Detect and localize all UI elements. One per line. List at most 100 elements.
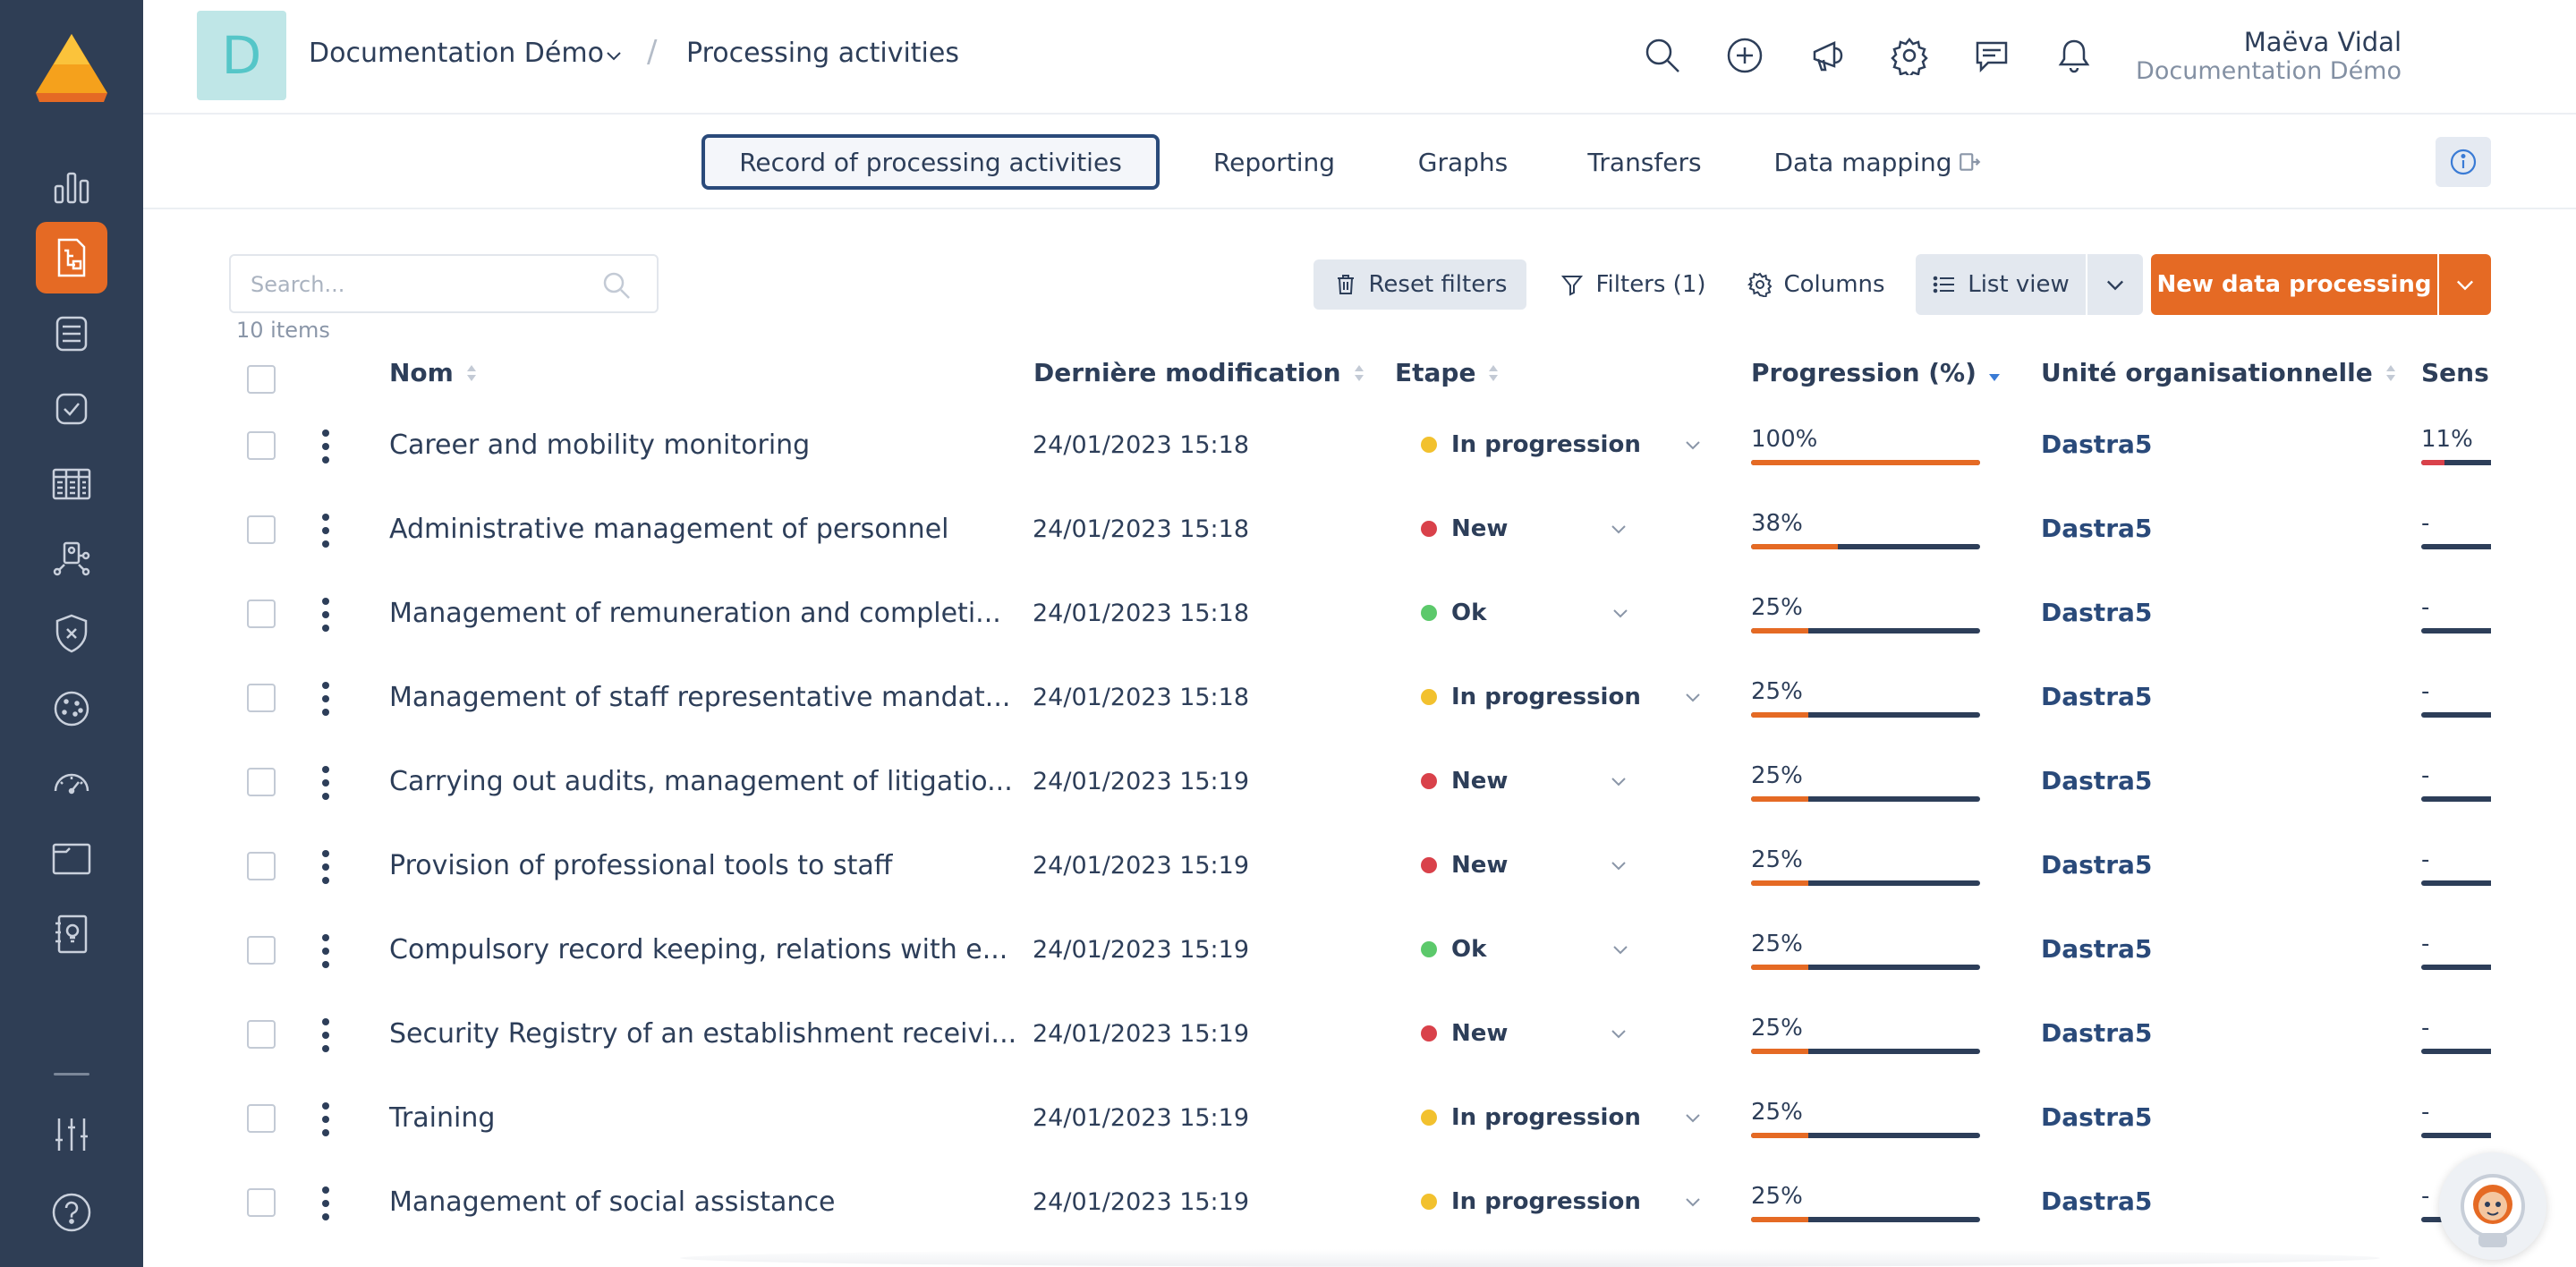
row-actions-menu[interactable]	[315, 1015, 336, 1056]
assistant-avatar-button[interactable]	[2439, 1152, 2546, 1260]
row-progress-fill	[1751, 544, 1839, 549]
row-actions-menu[interactable]	[315, 762, 336, 804]
row-sensitivity-label: -	[2421, 510, 2430, 537]
row-actions-menu[interactable]	[315, 1099, 336, 1140]
row-name[interactable]: Carrying out audits, management of litig…	[389, 766, 1013, 797]
row-name[interactable]: Provision of professional tools to staff	[389, 850, 892, 881]
table-row[interactable]: Provision of professional tools to staff…	[229, 825, 2491, 909]
row-actions-menu[interactable]	[315, 594, 336, 635]
row-organizational-unit[interactable]: Dastra5	[2041, 598, 2152, 627]
row-modified-date: 24/01/2023 15:18	[1033, 431, 1250, 459]
row-organizational-unit[interactable]: Dastra5	[2041, 934, 2152, 964]
row-step-selector[interactable]: New	[1421, 852, 1629, 879]
row-actions-menu[interactable]	[315, 678, 336, 719]
row-checkbox[interactable]	[247, 1020, 276, 1049]
kebab-dot	[322, 1045, 329, 1052]
table-row[interactable]: Administrative management of personnel 2…	[229, 489, 2491, 573]
kebab-dot	[322, 948, 329, 955]
row-progress-fill	[1751, 880, 1808, 886]
row-step-selector[interactable]: In progression	[1421, 684, 1704, 710]
status-dot	[1421, 857, 1437, 873]
row-progress-bar	[1751, 1133, 1980, 1138]
row-actions-menu[interactable]	[315, 931, 336, 972]
row-organizational-unit[interactable]: Dastra5	[2041, 429, 2152, 459]
row-progress-label: 25%	[1751, 678, 1803, 705]
row-step-selector[interactable]: In progression	[1421, 431, 1704, 458]
row-name[interactable]: Training	[389, 1102, 495, 1134]
row-step-selector[interactable]: In progression	[1421, 1104, 1704, 1131]
row-name[interactable]: Management of remuneration and completi.…	[389, 598, 1001, 629]
row-checkbox[interactable]	[247, 599, 276, 628]
table-row[interactable]: Security Registry of an establishment re…	[229, 993, 2491, 1077]
kebab-dot	[322, 611, 329, 618]
column-header-step[interactable]: Etape	[1395, 358, 1501, 387]
status-dot	[1421, 1025, 1437, 1042]
row-step-label: In progression	[1451, 431, 1641, 458]
row-progress-bar	[1751, 796, 1980, 802]
row-organizational-unit[interactable]: Dastra5	[2041, 1186, 2152, 1216]
row-actions-menu[interactable]	[315, 426, 336, 467]
row-progress-bar	[1751, 544, 1980, 549]
row-checkbox[interactable]	[247, 1188, 276, 1217]
row-step-selector[interactable]: Ok	[1421, 599, 1631, 626]
row-name[interactable]: Administrative management of personnel	[389, 514, 949, 545]
column-header-progress[interactable]: Progression (%)	[1751, 358, 2002, 387]
row-modified-date: 24/01/2023 15:18	[1033, 599, 1250, 627]
row-progress-fill	[1751, 796, 1808, 802]
row-organizational-unit[interactable]: Dastra5	[2041, 1102, 2152, 1132]
row-name[interactable]: Career and mobility monitoring	[389, 429, 810, 461]
table-row[interactable]: Compulsory record keeping, relations wit…	[229, 909, 2491, 993]
row-organizational-unit[interactable]: Dastra5	[2041, 514, 2152, 543]
row-actions-menu[interactable]	[315, 1183, 336, 1224]
row-actions-menu[interactable]	[315, 846, 336, 888]
table-row[interactable]: Management of staff representative manda…	[229, 657, 2491, 741]
kebab-dot	[322, 1102, 329, 1110]
row-name[interactable]: Compulsory record keeping, relations wit…	[389, 934, 1007, 965]
row-step-selector[interactable]: Ok	[1421, 936, 1631, 963]
row-organizational-unit[interactable]: Dastra5	[2041, 682, 2152, 711]
column-header-modified[interactable]: Dernière modification	[1033, 358, 1366, 387]
chevron-down-icon	[1611, 525, 1627, 534]
sort-icon	[1354, 364, 1364, 381]
row-step-selector[interactable]: New	[1421, 1020, 1629, 1047]
column-header-name[interactable]: Nom	[389, 358, 479, 387]
row-step-selector[interactable]: New	[1421, 768, 1629, 795]
row-name[interactable]: Management of social assistance	[389, 1186, 835, 1218]
column-header-unit[interactable]: Unité organisationnelle	[2041, 358, 2398, 387]
row-name[interactable]: Management of staff representative manda…	[389, 682, 1010, 713]
kebab-dot	[322, 766, 329, 773]
row-checkbox[interactable]	[247, 852, 276, 880]
table-row[interactable]: Management of remuneration and completi.…	[229, 573, 2491, 657]
row-checkbox[interactable]	[247, 936, 276, 965]
kebab-dot	[322, 695, 329, 702]
column-header-sensitivity[interactable]: Sensil	[2421, 358, 2491, 387]
row-step-label: New	[1451, 852, 1509, 879]
row-organizational-unit[interactable]: Dastra5	[2041, 850, 2152, 880]
row-step-selector[interactable]: New	[1421, 515, 1629, 542]
row-sensitivity-bar	[2421, 1049, 2491, 1054]
row-checkbox[interactable]	[247, 515, 276, 544]
scroll-shadow	[680, 1249, 2380, 1267]
select-all-checkbox[interactable]	[247, 365, 276, 394]
row-checkbox[interactable]	[247, 431, 276, 460]
row-sensitivity-label: -	[2421, 1183, 2430, 1210]
row-name[interactable]: Security Registry of an establishment re…	[389, 1018, 1016, 1050]
table-row[interactable]: Training 24/01/2023 15:19 In progression…	[229, 1077, 2491, 1161]
row-checkbox[interactable]	[247, 768, 276, 796]
kebab-dot	[322, 527, 329, 534]
row-modified-date: 24/01/2023 15:18	[1033, 515, 1250, 543]
table-row[interactable]: Carrying out audits, management of litig…	[229, 741, 2491, 825]
row-sensitivity-label: -	[2421, 594, 2430, 621]
table-row[interactable]: Career and mobility monitoring 24/01/202…	[229, 404, 2491, 489]
chevron-down-icon	[1613, 609, 1628, 618]
kebab-dot	[322, 514, 329, 521]
row-step-selector[interactable]: In progression	[1421, 1188, 1704, 1215]
chevron-down-icon	[1611, 778, 1627, 787]
row-checkbox[interactable]	[247, 684, 276, 712]
row-organizational-unit[interactable]: Dastra5	[2041, 766, 2152, 795]
table-row[interactable]: Management of social assistance 24/01/20…	[229, 1161, 2491, 1246]
row-organizational-unit[interactable]: Dastra5	[2041, 1018, 2152, 1048]
row-checkbox[interactable]	[247, 1104, 276, 1133]
row-actions-menu[interactable]	[315, 510, 336, 551]
row-sensitivity-label: -	[2421, 1099, 2430, 1126]
